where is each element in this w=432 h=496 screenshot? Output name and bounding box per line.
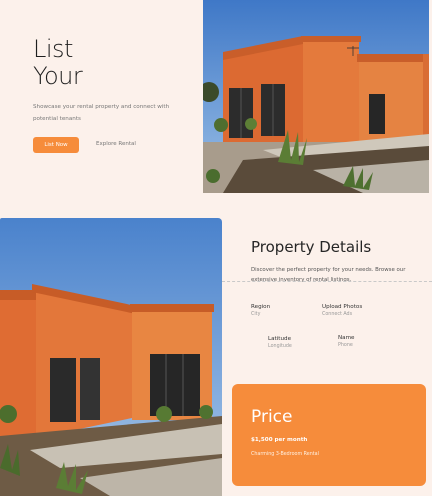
latitude-field[interactable]: Latitude Longitude — [268, 336, 292, 349]
explore-rental-link[interactable]: Explore Rental — [96, 141, 136, 147]
price-amount: $1,500 per month — [251, 437, 308, 443]
hero-house-photo — [203, 0, 429, 193]
property-details-description: Discover the perfect property for your n… — [251, 267, 406, 283]
name-field[interactable]: Name Phone — [338, 335, 355, 348]
divider — [222, 281, 432, 282]
price-title: Price — [251, 407, 293, 427]
latitude-label: Latitude — [268, 336, 292, 342]
hero-title-line1: List — [33, 35, 73, 63]
hero-section: List Your Showcase your rental property … — [0, 0, 203, 193]
hero-title: List Your — [33, 35, 83, 90]
price-description: Charming 3-Bedroom Rental — [251, 452, 319, 457]
upload-photos-value: Connect Ads — [322, 312, 353, 317]
upload-photos-field[interactable]: Upload Photos Connect Ads — [322, 304, 362, 317]
name-value: Phone — [338, 343, 353, 348]
property-details-title: Property Details — [251, 238, 372, 256]
upload-photos-label: Upload Photos — [322, 304, 363, 310]
region-value: City — [251, 312, 261, 317]
property-house-photo — [0, 218, 222, 496]
latitude-value: Longitude — [268, 344, 292, 349]
price-card: Price $1,500 per month Charming 3-Bedroo… — [232, 384, 426, 486]
hero-description: Showcase your rental property and connec… — [33, 104, 170, 122]
list-now-button[interactable]: List Now — [33, 137, 79, 153]
region-field[interactable]: Region City — [251, 304, 270, 317]
hero-title-line2: Your — [33, 62, 83, 90]
name-label: Name — [338, 335, 355, 341]
region-label: Region — [251, 304, 271, 310]
